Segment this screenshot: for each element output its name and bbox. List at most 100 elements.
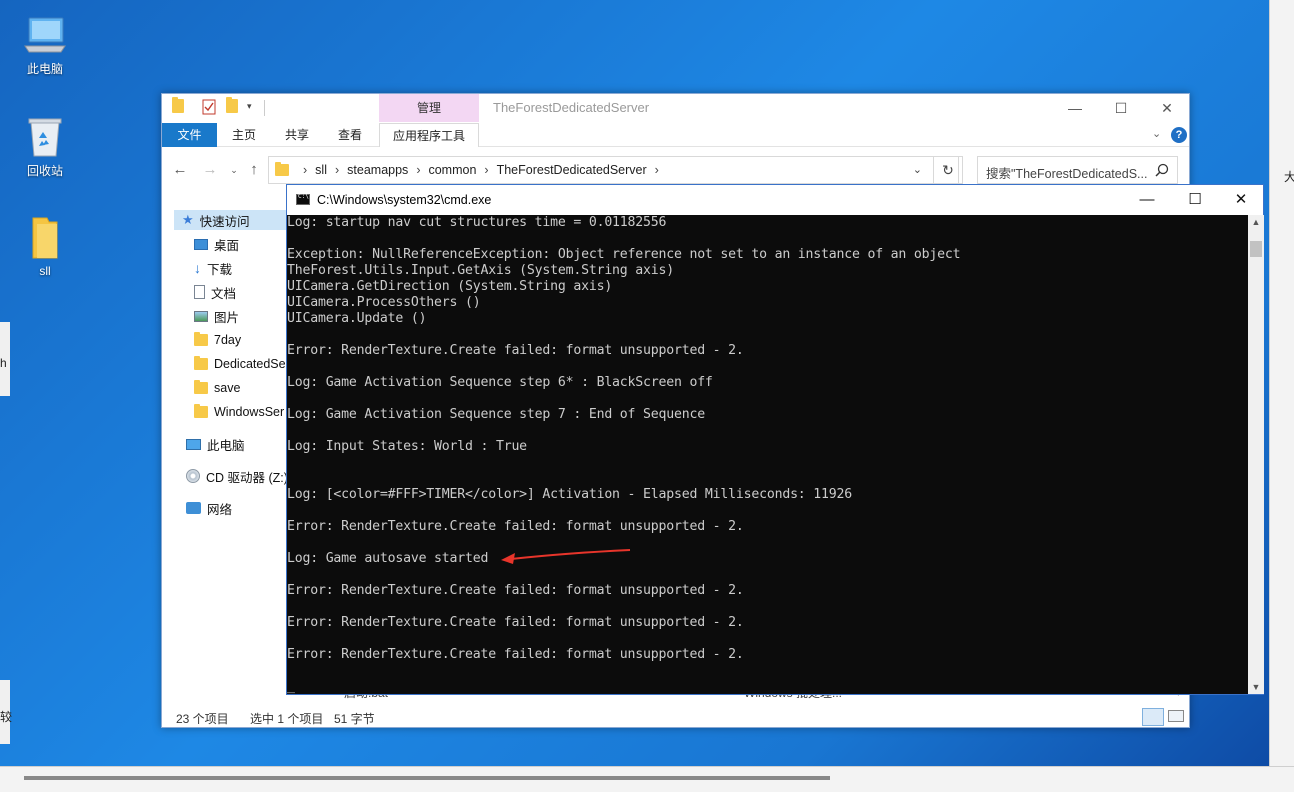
large-icons-view-icon[interactable] bbox=[1168, 710, 1184, 722]
nav-item-label: 桌面 bbox=[214, 238, 240, 253]
nav-item-desktop[interactable]: 桌面 bbox=[194, 234, 239, 254]
desktop-icon-this-pc[interactable]: 此电脑 bbox=[10, 16, 80, 77]
nav-item-label: DedicatedSe bbox=[214, 357, 286, 371]
outer-vertical-scrollbar[interactable] bbox=[1269, 0, 1294, 792]
breadcrumb-item[interactable]: TheForestDedicatedServer bbox=[497, 163, 647, 177]
chevron-right-icon[interactable]: › bbox=[416, 163, 420, 177]
console-line: UICamera.GetDirection (System.String axi… bbox=[287, 279, 613, 294]
nav-item-save[interactable]: save bbox=[194, 378, 240, 398]
close-button[interactable]: ✕ bbox=[1152, 98, 1182, 118]
minimize-button[interactable]: — bbox=[1129, 190, 1165, 210]
chevron-right-icon[interactable]: › bbox=[303, 163, 307, 177]
nav-item-network[interactable]: 网络 bbox=[186, 498, 232, 518]
star-icon: ★ bbox=[182, 212, 194, 227]
chevron-right-icon[interactable]: › bbox=[335, 163, 339, 177]
red-arrow-annotation bbox=[501, 549, 631, 564]
cmd-titlebar[interactable]: C:\Windows\system32\cmd.exe — ☐ ✕ bbox=[287, 185, 1263, 215]
tab-view[interactable]: 查看 bbox=[330, 123, 370, 147]
nav-item-this-pc[interactable]: 此电脑 bbox=[186, 434, 245, 454]
details-view-icon[interactable] bbox=[1142, 708, 1164, 726]
network-icon bbox=[186, 502, 201, 514]
search-icon bbox=[1155, 163, 1169, 177]
tab-file[interactable]: 文件 bbox=[162, 123, 217, 147]
folder-icon bbox=[194, 332, 208, 346]
nav-item-quick-access[interactable]: ★ 快速访问 bbox=[174, 210, 288, 230]
tab-share[interactable]: 共享 bbox=[277, 123, 317, 147]
refresh-button[interactable]: ↻ bbox=[933, 156, 963, 184]
desktop-icon-recycle-bin[interactable]: 回收站 bbox=[10, 116, 80, 179]
breadcrumb-item[interactable]: steamapps bbox=[347, 163, 408, 177]
cd-drive-icon bbox=[186, 469, 200, 483]
maximize-button[interactable]: ☐ bbox=[1177, 190, 1213, 210]
nav-item-windowsser[interactable]: WindowsSer bbox=[194, 402, 284, 422]
properties-icon[interactable] bbox=[202, 99, 216, 115]
tab-app-tools[interactable]: 应用程序工具 bbox=[379, 123, 479, 147]
nav-item-documents[interactable]: 文档 bbox=[194, 282, 236, 302]
new-folder-icon[interactable] bbox=[226, 97, 240, 115]
expand-ribbon-icon[interactable]: ⌄ bbox=[1152, 127, 1161, 140]
navigation-pane: ★ 快速访问 桌面 ↓ 下载 文档 图片 7day DedicatedSe sa… bbox=[162, 206, 288, 706]
ribbon-tabs: 文件 主页 共享 查看 应用程序工具 ⌄ ? bbox=[162, 123, 1189, 147]
breadcrumb-item[interactable]: sll bbox=[315, 163, 327, 177]
nav-item-label: WindowsSer bbox=[214, 405, 285, 419]
recent-locations-icon[interactable]: ⌄ bbox=[224, 160, 244, 180]
console-line: Error: RenderTexture.Create failed: form… bbox=[287, 343, 744, 358]
nav-item-pictures[interactable]: 图片 bbox=[194, 306, 239, 326]
folder-icon bbox=[194, 356, 208, 370]
cmd-window: C:\Windows\system32\cmd.exe — ☐ ✕ Log: s… bbox=[286, 184, 1264, 695]
breadcrumb-item[interactable]: common bbox=[428, 163, 476, 177]
console-line: _ bbox=[287, 679, 295, 694]
console-line: Error: RenderTexture.Create failed: form… bbox=[287, 615, 744, 630]
selected-size: 51 字节 bbox=[334, 712, 375, 726]
scroll-down-icon[interactable]: ▼ bbox=[1248, 682, 1264, 692]
explorer-titlebar[interactable]: ▾ 管理 TheForestDedicatedServer — ☐ ✕ bbox=[162, 94, 1189, 124]
recycle-bin-icon bbox=[28, 118, 62, 157]
nav-item-7day[interactable]: 7day bbox=[194, 330, 241, 350]
nav-item-cd-drive[interactable]: CD 驱动器 (Z:) bbox=[186, 466, 288, 486]
computer-icon bbox=[186, 438, 201, 450]
tab-home[interactable]: 主页 bbox=[224, 123, 264, 147]
search-input[interactable]: 搜索"TheForestDedicatedS... bbox=[977, 156, 1178, 184]
outer-scroll-thumb[interactable] bbox=[24, 776, 830, 780]
desktop-icon-sll-folder[interactable]: sll bbox=[10, 216, 80, 278]
tab-manage[interactable]: 管理 bbox=[379, 94, 479, 122]
help-icon[interactable]: ? bbox=[1171, 127, 1187, 143]
status-bar: 23 个项目 选中 1 个项目 51 字节 bbox=[162, 706, 1189, 728]
outer-scroll-track[interactable] bbox=[1276, 20, 1286, 760]
minimize-button[interactable]: — bbox=[1060, 98, 1090, 118]
chevron-right-icon[interactable]: › bbox=[484, 163, 488, 177]
cmd-scrollbar[interactable]: ▲ ▼ bbox=[1248, 215, 1264, 694]
cmd-icon bbox=[296, 193, 310, 205]
up-icon[interactable]: ↑ bbox=[244, 160, 264, 180]
scroll-up-icon[interactable]: ▲ bbox=[1248, 217, 1264, 227]
download-icon: ↓ bbox=[194, 260, 201, 276]
back-icon[interactable]: ← bbox=[170, 160, 190, 180]
console-output[interactable]: Log: startup nav cut structures time = 0… bbox=[287, 215, 1247, 694]
chevron-right-icon[interactable]: › bbox=[655, 163, 659, 177]
outer-horizontal-scrollbar[interactable] bbox=[0, 766, 1294, 792]
console-line: Log: Game Activation Sequence step 7 : E… bbox=[287, 407, 705, 422]
window-title: TheForestDedicatedServer bbox=[493, 100, 650, 115]
item-count: 23 个项目 bbox=[176, 712, 229, 726]
close-button[interactable]: ✕ bbox=[1223, 190, 1259, 210]
folder-icon bbox=[194, 404, 208, 418]
desktop-icon-label: 回收站 bbox=[26, 164, 63, 178]
maximize-button[interactable]: ☐ bbox=[1106, 98, 1136, 118]
nav-item-downloads[interactable]: ↓ 下载 bbox=[194, 258, 232, 278]
console-line: UICamera.ProcessOthers () bbox=[287, 295, 481, 310]
forward-icon[interactable]: → bbox=[200, 160, 220, 180]
console-line: Error: RenderTexture.Create failed: form… bbox=[287, 647, 744, 662]
console-line: UICamera.Update () bbox=[287, 311, 427, 326]
address-bar[interactable]: › sll › steamapps › common › TheForestDe… bbox=[268, 156, 959, 184]
customize-quick-access-icon[interactable]: ▾ bbox=[247, 101, 261, 117]
scroll-thumb[interactable] bbox=[1250, 241, 1262, 257]
address-dropdown-icon[interactable]: ⌄ bbox=[913, 163, 922, 176]
computer-icon bbox=[24, 17, 66, 53]
nav-item-dedicatedse[interactable]: DedicatedSe bbox=[194, 354, 286, 374]
